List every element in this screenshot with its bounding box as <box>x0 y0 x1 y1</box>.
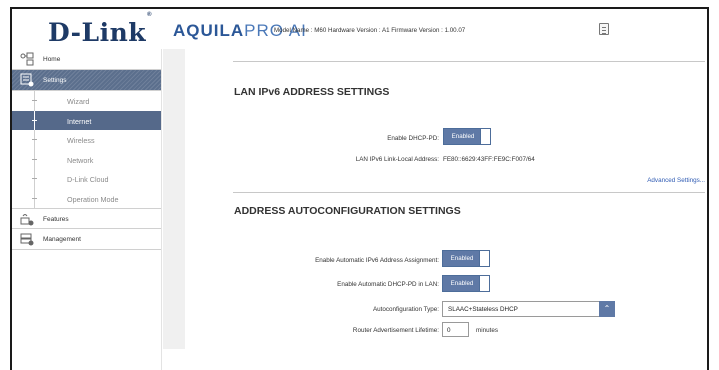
ra-lifetime-input[interactable]: 0 <box>442 322 469 337</box>
ra-lifetime-label: Router Advertisement Lifetime: <box>352 327 439 334</box>
autoconf-type-select[interactable]: SLAAC+Stateless DHCP ⌃ <box>442 301 615 317</box>
settings-icon <box>20 73 34 87</box>
sidebar-item-label: Management <box>43 236 81 243</box>
brand-name: AQUILA <box>173 21 245 40</box>
sidebar-subitem-label: D-Link Cloud <box>67 175 109 184</box>
divider <box>233 192 705 193</box>
sidebar-item-home[interactable]: Home <box>12 49 161 70</box>
content-gutter <box>163 49 185 349</box>
features-icon <box>20 214 34 226</box>
model-info: Model Name : M60 Hardware Version : A1 F… <box>274 27 466 34</box>
sidebar-subitem-internet[interactable]: Internet <box>12 110 161 130</box>
sidebar-subitem-dlink-cloud[interactable]: D-Link Cloud <box>12 169 161 189</box>
home-icon <box>20 52 34 66</box>
sidebar-item-label: Features <box>43 216 69 223</box>
sidebar-item-label: Settings <box>43 77 67 84</box>
sidebar-item-features[interactable]: Features <box>12 208 161 229</box>
lan-section-title: LAN IPv6 ADDRESS SETTINGS <box>234 86 390 98</box>
toggle-state: Enabled <box>444 129 482 144</box>
toggle-knob <box>479 251 489 266</box>
sidebar-subitem-label: Network <box>67 155 94 165</box>
toggle-knob <box>479 276 489 291</box>
autoconf-type-label: Autoconfiguration Type: <box>372 306 439 313</box>
select-value: SLAAC+Stateless DHCP <box>448 306 518 313</box>
toggle-state: Enabled <box>443 276 481 291</box>
notes-icon[interactable] <box>599 23 609 35</box>
auto-assign-label: Enable Automatic IPv6 Address Assignment… <box>315 257 439 264</box>
link-local-value: FE80::6629:43FF:FE9C:F007/64 <box>443 156 535 163</box>
sidebar-subitem-network[interactable]: Network <box>12 149 161 169</box>
sidebar-subitem-label: Operation Mode <box>67 194 119 204</box>
autoconf-section-title: ADDRESS AUTOCONFIGURATION SETTINGS <box>234 205 461 217</box>
divider <box>233 61 705 62</box>
auto-dhcp-pd-label: Enable Automatic DHCP-PD in LAN: <box>337 281 439 288</box>
router-admin-window: D-Link® AQUILAPRO AI Model Name : M60 Ha… <box>10 7 709 370</box>
sidebar-subitem-wireless[interactable]: Wireless <box>12 130 161 150</box>
ra-lifetime-unit: minutes <box>476 327 499 334</box>
sidebar-subitem-operation-mode[interactable]: Operation Mode <box>12 188 161 208</box>
sidebar-item-management[interactable]: Management <box>12 229 161 250</box>
sidebar: Home Settings Wizard Internet Wireless N… <box>12 49 162 370</box>
dlink-logo: D-Link® <box>48 12 152 47</box>
sidebar-item-settings[interactable]: Settings <box>12 70 161 91</box>
sidebar-subitem-wizard[interactable]: Wizard <box>12 91 161 111</box>
input-value: 0 <box>447 327 451 334</box>
auto-assign-toggle[interactable]: Enabled <box>442 250 490 267</box>
main-content: LAN IPv6 ADDRESS SETTINGS Enable DHCP-PD… <box>185 49 707 370</box>
sidebar-item-label: Home <box>43 56 61 63</box>
chevron-up-icon[interactable]: ⌃ <box>599 301 615 317</box>
logo-text: D-Link <box>48 18 147 47</box>
advanced-settings-link[interactable]: Advanced Settings... <box>647 177 705 184</box>
sidebar-subitem-label: Wizard <box>67 97 90 106</box>
sidebar-subitem-label: Wireless <box>67 136 95 145</box>
toggle-knob <box>480 129 490 144</box>
dhcp-pd-toggle[interactable]: Enabled <box>443 128 491 145</box>
sidebar-subitem-label: Internet <box>67 116 92 126</box>
dhcp-pd-label: Enable DHCP-PD: <box>387 135 439 142</box>
toggle-state: Enabled <box>443 251 481 266</box>
header: D-Link® AQUILAPRO AI Model Name : M60 Ha… <box>12 9 707 49</box>
link-local-label: LAN IPv6 Link-Local Address: <box>355 156 439 163</box>
management-icon <box>20 233 34 246</box>
logo-registered-mark: ® <box>147 11 153 18</box>
auto-dhcp-pd-toggle[interactable]: Enabled <box>442 275 490 292</box>
